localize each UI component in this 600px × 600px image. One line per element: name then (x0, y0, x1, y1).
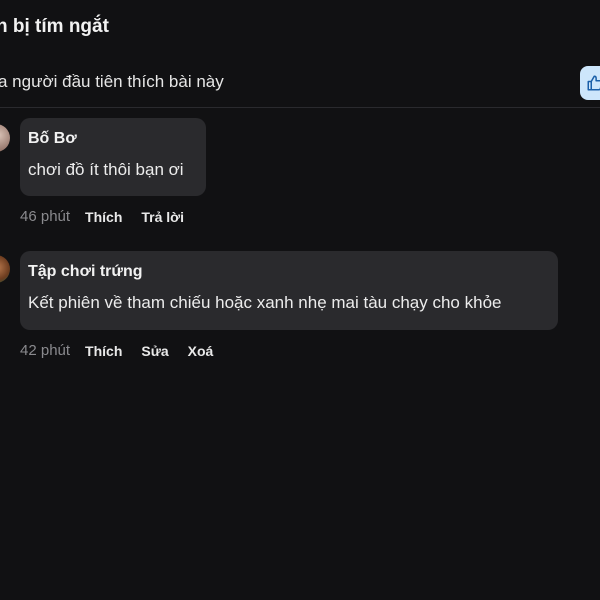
comment-author[interactable]: Bố Bơ (28, 128, 198, 150)
like-action[interactable]: Thích (85, 343, 122, 359)
thumbs-up-icon (587, 75, 600, 91)
comment-text: Kết phiên về tham chiếu hoặc xanh nhẹ ma… (28, 293, 502, 312)
delete-action[interactable]: Xoá (188, 343, 214, 359)
comment-meta: 42 phút Thích Sửa Xoá (20, 342, 232, 359)
comment-text: chơi đồ ít thôi bạn ơi (28, 160, 184, 179)
comment-time[interactable]: 42 phút (20, 342, 70, 359)
comments-panel: n bị tím ngắt a người đầu tiên thích bài… (0, 0, 600, 600)
divider (0, 107, 600, 108)
comment-bubble: Bố Bơ chơi đồ ít thôi bạn ơi (20, 118, 206, 196)
page-title: n bị tím ngắt (0, 16, 109, 37)
avatar[interactable] (0, 124, 10, 152)
avatar[interactable] (0, 255, 10, 283)
comment-time[interactable]: 46 phút (20, 208, 70, 225)
reply-action[interactable]: Trả lời (141, 209, 184, 225)
edit-action[interactable]: Sửa (141, 343, 168, 359)
comment-author[interactable]: Tập chơi trứng (28, 261, 550, 283)
like-button[interactable] (580, 66, 600, 100)
like-action[interactable]: Thích (85, 209, 122, 225)
comment-bubble: Tập chơi trứng Kết phiên về tham chiếu h… (20, 251, 558, 330)
likes-summary: a người đầu tiên thích bài này (0, 72, 224, 91)
comment-meta: 46 phút Thích Trả lời (20, 208, 203, 225)
